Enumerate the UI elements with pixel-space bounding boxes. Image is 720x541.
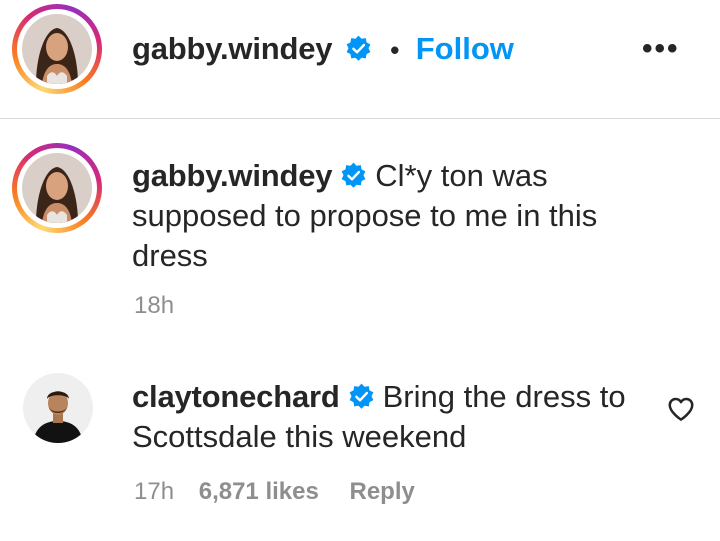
- profile-photo: [22, 153, 92, 223]
- author-avatar[interactable]: [12, 4, 102, 94]
- like-heart-icon[interactable]: [666, 394, 696, 424]
- caption-author-avatar[interactable]: [12, 143, 102, 233]
- comment-timestamp: 17h: [134, 478, 175, 505]
- caption-timestamp: 18h: [134, 292, 175, 319]
- verified-badge-icon: [341, 162, 366, 188]
- separator-dot: •: [390, 35, 400, 65]
- profile-photo: [22, 14, 92, 84]
- follow-button[interactable]: Follow: [416, 31, 514, 66]
- comment-username[interactable]: claytonechard: [132, 379, 340, 414]
- reply-button[interactable]: Reply: [350, 478, 415, 505]
- profile-photo: [23, 373, 93, 443]
- likes-count[interactable]: 6,871 likes: [199, 478, 319, 505]
- verified-badge-icon: [349, 383, 373, 409]
- more-options-icon[interactable]: •••: [642, 32, 680, 66]
- header-divider: [0, 118, 720, 119]
- caption-body: gabby.windey Cl*y ton was supposed to pr…: [132, 156, 632, 276]
- commenter-avatar[interactable]: [23, 373, 93, 443]
- comment-meta: 17h 6,871 likes Reply: [134, 478, 415, 506]
- comment-body: claytonechard Bring the dress to Scottsd…: [132, 377, 632, 457]
- header-username[interactable]: gabby.windey: [132, 31, 332, 66]
- caption-username[interactable]: gabby.windey: [132, 158, 332, 193]
- verified-badge-icon: [346, 35, 371, 61]
